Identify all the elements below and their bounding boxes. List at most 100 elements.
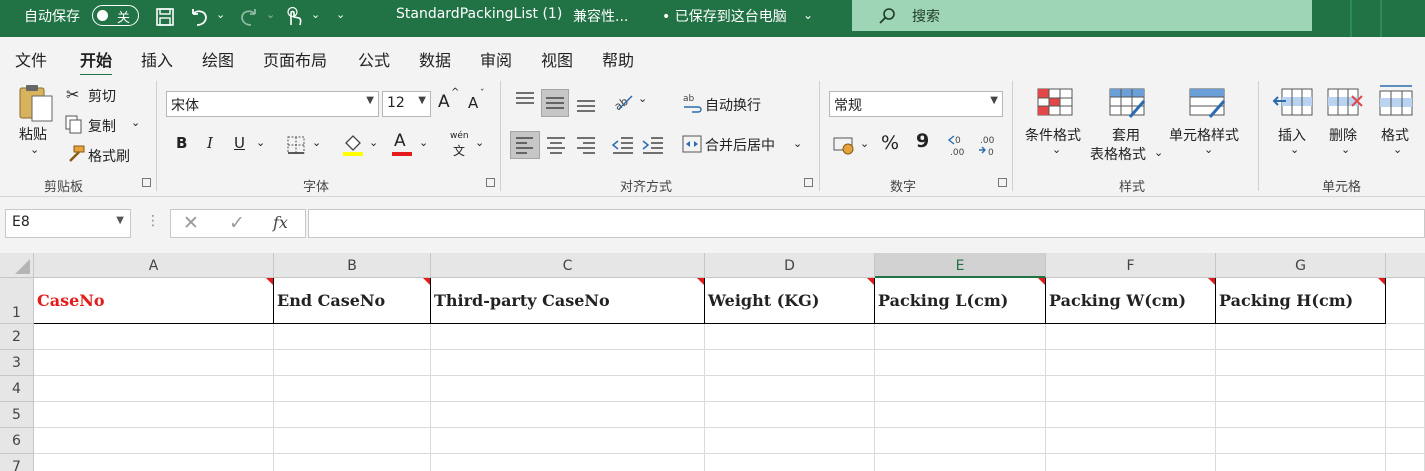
column-header-a[interactable]: A [34, 253, 274, 278]
tab-formulas[interactable]: 公式 [358, 47, 390, 71]
grid-cell[interactable] [274, 428, 431, 454]
grid-cell[interactable] [431, 454, 705, 471]
increase-indent-icon[interactable] [640, 132, 666, 158]
row-header-7[interactable]: 7 [0, 454, 34, 471]
align-middle-button[interactable] [541, 89, 569, 117]
grid-cell[interactable] [1386, 376, 1425, 402]
percent-button[interactable]: % [881, 132, 899, 154]
grid-cell[interactable] [431, 324, 705, 350]
alignment-launcher-icon[interactable] [804, 178, 813, 187]
grid-cell[interactable] [705, 350, 875, 376]
align-top-icon[interactable] [512, 89, 538, 113]
tab-page-layout[interactable]: 页面布局 [263, 47, 327, 71]
fill-color-dropdown-icon[interactable]: ⌄ [369, 136, 378, 149]
cell-b1[interactable]: End CaseNo [274, 278, 431, 324]
format-painter-label[interactable]: 格式刷 [88, 146, 130, 166]
align-center-icon[interactable] [543, 132, 569, 158]
decrease-indent-icon[interactable] [610, 132, 636, 158]
column-header-e[interactable]: E [875, 253, 1046, 278]
tab-data[interactable]: 数据 [419, 47, 451, 71]
grid-cell[interactable] [274, 402, 431, 428]
format-as-table-label-1[interactable]: 套用 [1112, 125, 1140, 145]
comment-indicator[interactable] [423, 278, 430, 285]
grid-cell[interactable] [34, 428, 274, 454]
tab-view[interactable]: 视图 [541, 47, 573, 71]
cell-f1[interactable]: Packing W(cm) [1046, 278, 1216, 324]
tab-file[interactable]: 文件 [15, 47, 47, 71]
grid-cell[interactable] [705, 428, 875, 454]
column-header-blank[interactable] [1386, 253, 1425, 278]
wrap-text-label[interactable]: 自动换行 [705, 95, 761, 115]
grid-cell[interactable] [431, 402, 705, 428]
font-color-dropdown-icon[interactable]: ⌄ [419, 136, 428, 149]
format-painter-icon[interactable] [64, 144, 86, 164]
phonetic-button[interactable]: 文 [453, 142, 465, 159]
font-name-combo[interactable]: 宋体 ▼ [166, 91, 379, 117]
copy-label[interactable]: 复制 [88, 116, 116, 136]
underline-button[interactable]: U [234, 134, 245, 152]
insert-function-button[interactable]: fx [273, 213, 288, 232]
tab-review[interactable]: 审阅 [480, 47, 512, 71]
row-header-5[interactable]: 5 [0, 402, 34, 428]
clipboard-launcher-icon[interactable] [142, 178, 151, 187]
comment-indicator[interactable] [1208, 278, 1215, 285]
row-header-1[interactable]: 1 [0, 278, 34, 324]
format-cells-label[interactable]: 格式 [1381, 125, 1409, 145]
paste-label[interactable]: 粘贴 [19, 124, 47, 144]
conditional-formatting-label[interactable]: 条件格式 [1025, 125, 1081, 145]
grow-font-button[interactable]: A [438, 92, 450, 112]
grid-cell[interactable] [1216, 350, 1386, 376]
column-header-c[interactable]: C [431, 253, 705, 278]
orientation-icon[interactable]: ab [611, 89, 635, 113]
grid-cell[interactable] [274, 324, 431, 350]
cell-styles-label[interactable]: 单元格样式 [1169, 125, 1239, 145]
italic-button[interactable]: I [207, 134, 213, 152]
undo-dropdown-icon[interactable]: ⌄ [216, 8, 225, 21]
grid-cell[interactable] [34, 402, 274, 428]
grid-cell[interactable] [1386, 454, 1425, 471]
grid-cell[interactable] [705, 376, 875, 402]
resize-handle-icon[interactable]: ⋮ [146, 213, 160, 229]
cell-styles-icon[interactable] [1188, 87, 1228, 121]
comment-indicator[interactable] [697, 278, 704, 285]
accounting-format-icon[interactable] [832, 134, 856, 156]
align-bottom-icon[interactable] [573, 89, 599, 117]
grid-cell[interactable] [875, 454, 1046, 471]
grid-cell[interactable] [34, 454, 274, 471]
column-header-g[interactable]: G [1216, 253, 1386, 278]
delete-cells-icon[interactable] [1326, 87, 1366, 119]
grid-cell[interactable] [431, 350, 705, 376]
grid-cell[interactable] [705, 402, 875, 428]
touch-mode-icon[interactable] [283, 5, 303, 29]
fill-color-icon[interactable] [342, 133, 364, 157]
comment-indicator[interactable] [1378, 278, 1385, 285]
grid-cell[interactable] [705, 454, 875, 471]
column-header-b[interactable]: B [274, 253, 431, 278]
grid-cell[interactable] [431, 428, 705, 454]
row-header-6[interactable]: 6 [0, 428, 34, 454]
font-launcher-icon[interactable] [486, 178, 495, 187]
align-left-button[interactable] [510, 131, 540, 159]
row-header-2[interactable]: 2 [0, 324, 34, 350]
decrease-decimal-icon[interactable]: .00 0 [976, 132, 1002, 158]
comment-indicator[interactable] [1038, 278, 1045, 285]
customize-qat-icon[interactable]: ⌄ [336, 8, 345, 21]
accounting-dropdown-icon[interactable]: ⌄ [860, 137, 869, 150]
number-launcher-icon[interactable] [998, 178, 1007, 187]
align-right-icon[interactable] [573, 132, 599, 158]
grid-cell[interactable] [274, 376, 431, 402]
insert-cells-dropdown-icon[interactable]: ⌄ [1290, 143, 1299, 156]
conditional-formatting-icon[interactable] [1036, 87, 1076, 119]
redo-icon[interactable] [238, 6, 260, 28]
undo-icon[interactable] [188, 6, 210, 28]
grid-cell[interactable] [1216, 324, 1386, 350]
grid-cell[interactable] [1046, 350, 1216, 376]
shrink-font-button[interactable]: A [468, 94, 478, 112]
row-header-4[interactable]: 4 [0, 376, 34, 402]
format-cells-icon[interactable] [1378, 83, 1418, 119]
grid-cell[interactable] [1216, 454, 1386, 471]
cell-d1[interactable]: Weight (KG) [705, 278, 875, 324]
bold-button[interactable]: B [176, 134, 187, 152]
formula-input[interactable] [308, 209, 1425, 238]
column-header-f[interactable]: F [1046, 253, 1216, 278]
